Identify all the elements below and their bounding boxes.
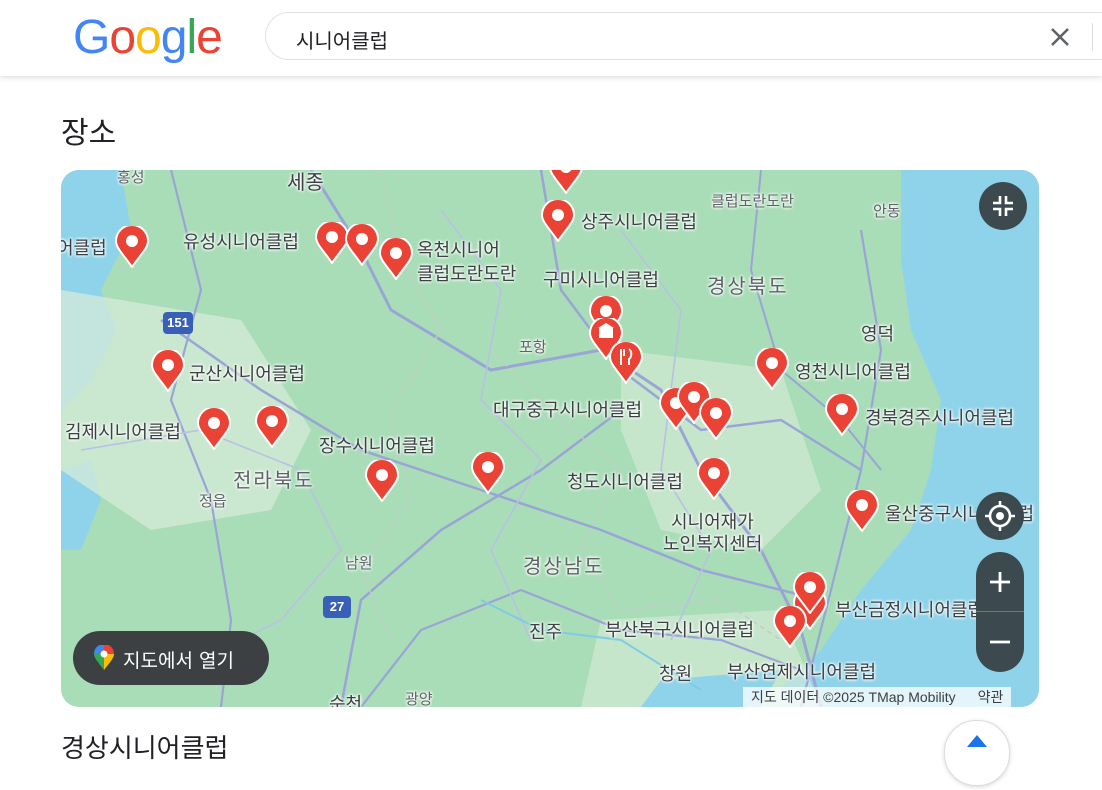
map-pin[interactable] [541,200,575,242]
terms-link[interactable]: 약관 [978,689,1004,705]
crosshair-icon [985,501,1015,531]
city-label-sejong: 세종 [287,170,324,194]
place-label-gunsan[interactable]: 군산시니어클럽 [189,360,305,386]
city-label-andong: 클럽도란도란 [711,192,794,210]
map-pin[interactable] [697,458,731,500]
places-heading: 장소 [61,116,117,151]
place-label-okcheon-2: 클럽도란도란 [417,264,517,285]
region-label-gyeongnam: 경상남도 [523,554,605,578]
place-label-gimje[interactable]: 김제시니어클럽 [65,418,181,444]
map-pin[interactable] [549,170,583,194]
search-header: Google 시니어클럽 [0,0,1102,76]
city-label-pohang: 영덕 [861,324,895,345]
city-label-gwangyang: 광양 [405,690,433,707]
road-shield-151: 151 [163,312,193,334]
place-label-yeongcheon[interactable]: 영천시니어클럽 [795,358,911,384]
zoom-in-button[interactable] [976,552,1024,612]
place-label-partial: 어클럽 [61,238,107,259]
map-pin[interactable] [379,238,413,280]
city-label-yeongdeok: 안동 [873,202,901,220]
place-label-busan-geumjeong[interactable]: 부산금정시니어클럽 [835,596,984,622]
zoom-out-button[interactable] [976,612,1024,672]
map-view[interactable]: 홍성 세종 클럽도란도란 안동 영덕 포항 정읍 남원 진주 창원 순천 광양 … [61,170,1039,707]
map-pin[interactable] [151,350,185,392]
place-label-busan-yeonje[interactable]: 부산연제시니어클럽 [727,658,876,684]
directions-icon [967,735,987,747]
city-label-hongseong: 홍성 [117,170,145,186]
google-logo[interactable]: Google [73,12,223,64]
map-pin[interactable] [345,224,379,266]
map-pin[interactable] [315,222,349,264]
place-label-jaega-2: 노인복지센터 [663,534,763,555]
result-title[interactable]: 경상시니어클럽 [61,728,228,765]
place-label-daegu-junggu[interactable]: 대구중구시니어클럽 [493,396,642,422]
search-input[interactable]: 시니어클럽 [296,25,388,54]
road-shield-27: 27 [323,596,351,618]
search-box[interactable]: 시니어클럽 [265,12,1102,60]
open-in-maps-button[interactable]: 지도에서 열기 [73,631,269,685]
map-pin[interactable] [255,406,289,448]
place-label-busan-bukgu[interactable]: 부산북구시니어클럽 [605,616,754,642]
collapse-icon [993,196,1013,216]
place-label-gyeongju[interactable]: 경북경주시니어클럽 [865,404,1014,430]
map-pin[interactable] [471,452,505,494]
zoom-control [976,552,1024,672]
place-label-gumi[interactable]: 구미시니어클럽 [543,266,659,292]
map-pin[interactable] [365,460,399,502]
place-label-jangsu[interactable]: 장수시니어클럽 [319,432,435,458]
directions-button[interactable] [944,720,1010,786]
city-label-gimcheon: 포항 [519,338,547,356]
map-attribution: 지도 데이터 ©2025 TMap Mobility 약관 [743,687,1012,707]
maps-pin-icon [94,645,114,670]
map-pin[interactable] [845,490,879,532]
map-pin[interactable] [755,348,789,390]
map-pin[interactable] [825,394,859,436]
city-label-namwon: 남원 [345,554,373,572]
place-label-sangju[interactable]: 상주시니어클럽 [581,208,697,234]
city-label-jeongeup: 정읍 [199,492,227,510]
search-divider [1092,23,1093,51]
place-label-okcheon-1[interactable]: 옥천시니어 [417,236,500,262]
restaurant-pin[interactable] [609,342,643,384]
clear-icon[interactable] [1046,23,1074,51]
map-pin[interactable] [793,572,827,614]
place-label-yuseong: 유성시니어클럽 [183,232,299,253]
city-label-jinju: 진주 [529,622,563,643]
exit-fullscreen-button[interactable] [979,182,1027,230]
city-label-changwon: 창원 [659,664,693,685]
map-pin[interactable] [699,398,733,440]
place-label-cheongdo[interactable]: 청도시니어클럽 [567,468,683,494]
region-label-jeonbuk: 전라북도 [233,468,315,492]
city-label-suncheon: 순천 [329,694,363,707]
map-pin[interactable] [197,408,231,450]
map-pin[interactable] [115,226,149,268]
my-location-button[interactable] [976,492,1024,540]
attribution-text: 지도 데이터 ©2025 TMap Mobility [751,689,956,705]
open-in-maps-label: 지도에서 열기 [123,650,234,672]
region-label-gyeongbuk: 경상북도 [707,274,789,298]
